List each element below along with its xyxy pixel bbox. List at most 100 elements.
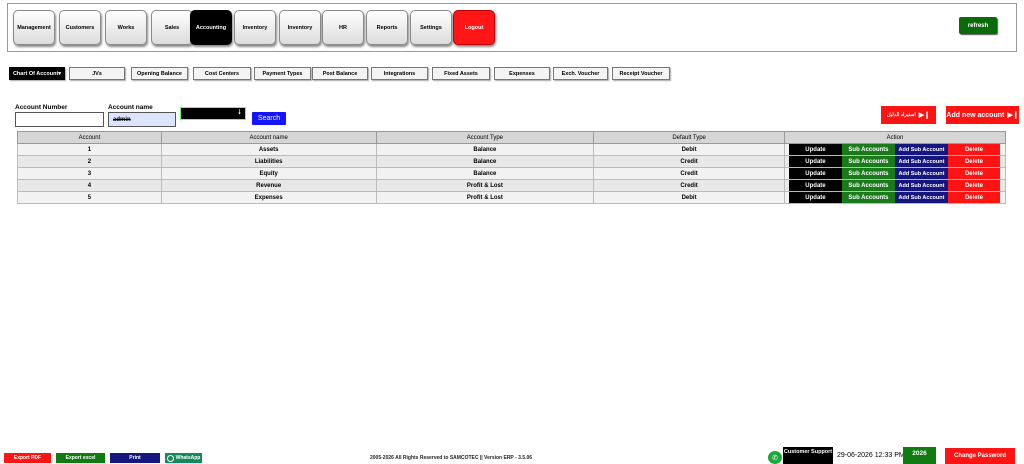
column-header-account: Account [17,131,162,144]
update-button[interactable]: Update [788,180,842,191]
tab-expenses[interactable]: Expenses [494,67,550,80]
sub-accounts-button[interactable]: Sub Accounts [841,180,895,191]
top-navigation: Management Customers Works Sales Account… [7,3,1017,52]
tab-integrations[interactable]: Integrations [371,67,428,80]
add-new-account-label: Add new account [946,111,1005,119]
add-sub-account-button[interactable]: Add Sub Account [894,144,948,155]
nav-accounting[interactable]: Accounting [190,10,232,45]
row-action-group: Update Sub Accounts Add Sub Account Delete [785,192,1005,203]
cell-account: 2 [17,155,162,168]
column-header-account-type: Account Type [375,131,595,144]
table-row: 2 Liabilities Balance Credit Update Sub Accou… [17,155,1007,168]
cell-account-name: Expenses [160,191,377,204]
whatsapp-icon [166,454,174,462]
customer-support-button[interactable]: Customer Support [783,447,833,464]
cell-account: 5 [17,191,162,204]
accounts-table: Account Account name Account Type Defaul… [17,131,1007,204]
sub-accounts-button[interactable]: Sub Accounts [841,192,895,203]
whatsapp-label: WhatsApp [175,455,201,461]
add-sub-account-button[interactable]: Add Sub Account [894,180,948,191]
tab-cost-centers[interactable]: Cost Centers [193,67,251,80]
whatsapp-support-icon[interactable]: ✆ [768,451,782,464]
table-row: 3 Equity Balance Credit Update Sub Accounts Ad… [17,167,1007,180]
nav-logout[interactable]: Logout [453,10,495,45]
arrow-down-icon: 🠗 [237,109,241,116]
delete-button[interactable]: Delete [947,180,1000,191]
nav-hr[interactable]: HR [322,10,364,45]
import-chart-button[interactable]: استيراد الدليل ▶❙ [881,106,936,124]
sub-accounts-button[interactable]: Sub Accounts [841,156,895,167]
cell-account-name: Equity [160,167,377,180]
search-button[interactable]: Search [252,112,286,125]
cell-account: 4 [17,179,162,192]
add-sub-account-button[interactable]: Add Sub Account [894,168,948,179]
cell-account-name: Liabilities [160,155,377,168]
cell-actions: Update Sub Accounts Add Sub Account Delete [783,143,1007,156]
row-action-group: Update Sub Accounts Add Sub Account Delete [785,156,1005,167]
app-root: Management Customers Works Sales Account… [0,0,1024,464]
add-sub-account-button[interactable]: Add Sub Account [894,192,948,203]
tab-label: Chart Of Account [12,70,59,77]
column-header-account-name: Account name [160,131,377,144]
tab-chart-of-account[interactable]: Chart Of Account ▾ [9,67,65,80]
nav-sales[interactable]: Sales [151,10,193,45]
tab-post-balance[interactable]: Post Balance [312,67,368,80]
nav-inventory[interactable]: Inventory [234,10,276,45]
fiscal-year-badge[interactable]: 2026 [903,447,936,464]
chevron-down-icon: ▾ [58,70,62,77]
tab-receipt-voucher[interactable]: Receipt Voucher [612,67,670,80]
cell-account-name: Revenue [160,179,377,192]
cell-actions: Update Sub Accounts Add Sub Account Delete [783,191,1007,204]
current-datetime: 29-06-2026 12:33 PM [837,452,905,459]
add-sub-account-button[interactable]: Add Sub Account [894,156,948,167]
account-type-select[interactable]: 🠗 [180,107,246,120]
cell-account-type: Balance [375,167,595,180]
cell-actions: Update Sub Accounts Add Sub Account Delete [783,155,1007,168]
tab-payment-types[interactable]: Payment Types [254,67,311,80]
table-row: 1 Assets Balance Debit Update Sub Accounts Add… [17,143,1007,156]
nav-inventory-2[interactable]: Inventory [279,10,321,45]
nav-works[interactable]: Works [105,10,147,45]
nav-reports[interactable]: Reports [366,10,408,45]
account-name-input[interactable]: admin [108,112,176,127]
change-password-button[interactable]: Change Password [945,448,1015,464]
cell-default-type: Debit [593,143,785,156]
tab-fixed-assets[interactable]: Fixed Assets [432,67,490,80]
delete-button[interactable]: Delete [947,144,1000,155]
refresh-button[interactable]: refresh [959,17,997,34]
cell-account-type: Profit & Lost [375,179,595,192]
export-pdf-button[interactable]: Export PDF [4,453,51,463]
whatsapp-button[interactable]: WhatsApp [165,453,202,463]
skip-next-icon: ▶❙ [918,112,930,119]
tab-jvs[interactable]: JVs [69,67,125,80]
delete-button[interactable]: Delete [947,168,1000,179]
nav-settings[interactable]: Settings [410,10,452,45]
update-button[interactable]: Update [788,156,842,167]
cell-default-type: Credit [593,167,785,180]
print-button[interactable]: Print [110,453,160,463]
update-button[interactable]: Update [788,168,842,179]
column-header-default-type: Default Type [593,131,785,144]
cell-default-type: Debit [593,191,785,204]
nav-customers[interactable]: Customers [59,10,101,45]
export-excel-button[interactable]: Export excel [56,453,105,463]
delete-button[interactable]: Delete [947,156,1000,167]
update-button[interactable]: Update [788,192,842,203]
column-header-action: Action [783,131,1007,144]
sub-accounts-button[interactable]: Sub Accounts [841,144,895,155]
sub-accounts-button[interactable]: Sub Accounts [841,168,895,179]
nav-management[interactable]: Management [13,10,55,45]
cell-actions: Update Sub Accounts Add Sub Account Delete [783,167,1007,180]
account-number-label: Account Number [15,104,68,111]
accounts-table-body: 1 Assets Balance Debit Update Sub Accounts Add… [17,143,1007,204]
account-number-input[interactable] [15,112,104,127]
row-action-group: Update Sub Accounts Add Sub Account Delete [785,144,1005,155]
tab-opening-balance[interactable]: Opening Balance [131,67,188,80]
delete-button[interactable]: Delete [947,192,1000,203]
cell-account-name: Assets [160,143,377,156]
cell-account-type: Balance [375,143,595,156]
cell-account-type: Profit & Lost [375,191,595,204]
tab-exch-voucher[interactable]: Exch. Voucher [553,67,608,80]
add-new-account-button[interactable]: Add new account ▶❙ [946,106,1019,124]
update-button[interactable]: Update [788,144,842,155]
